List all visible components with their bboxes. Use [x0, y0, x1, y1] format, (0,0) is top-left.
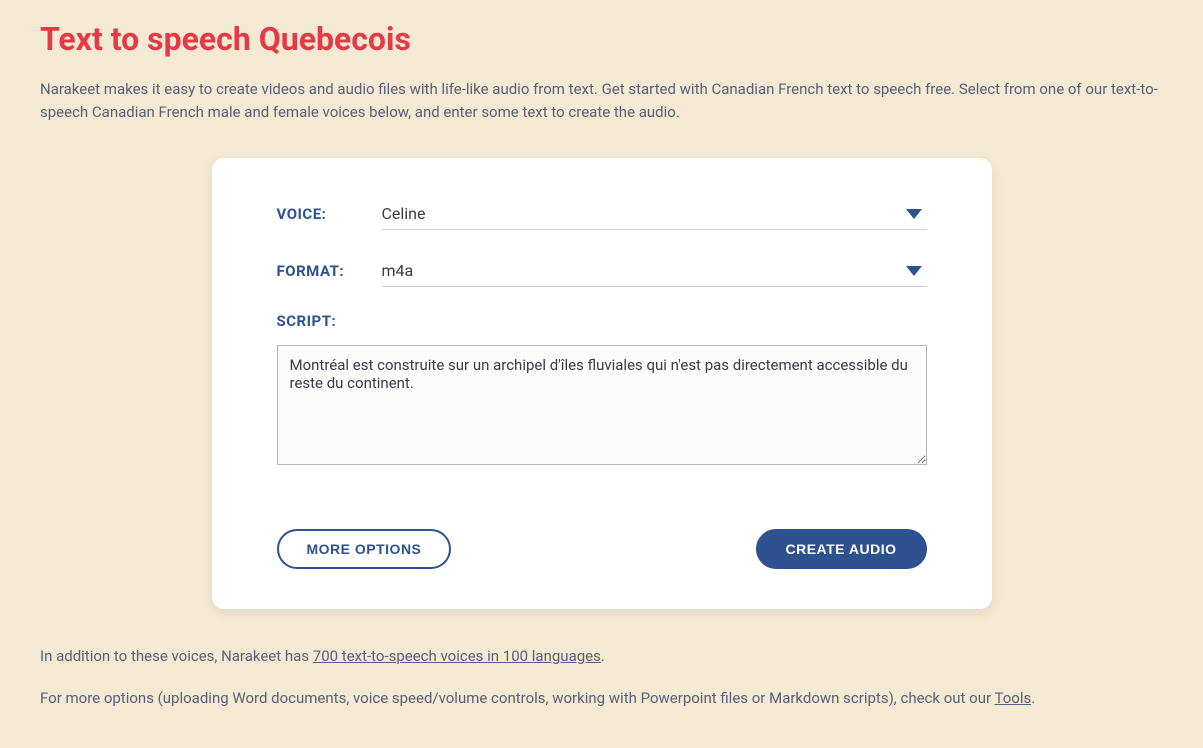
- voices-link[interactable]: 700 text-to-speech voices in 100 languag…: [313, 647, 601, 665]
- chevron-down-icon: [906, 209, 922, 219]
- script-textarea[interactable]: [277, 345, 927, 465]
- voice-label: VOICE:: [277, 205, 382, 223]
- chevron-down-icon: [906, 266, 922, 276]
- footer-text-pre: In addition to these voices, Narakeet ha…: [40, 647, 313, 665]
- script-label: SCRIPT:: [277, 312, 382, 330]
- footer-line-1: In addition to these voices, Narakeet ha…: [40, 644, 1163, 668]
- voice-select[interactable]: Celine: [382, 198, 927, 230]
- script-textarea-wrapper: [277, 345, 927, 469]
- footer-text-post-2: .: [1031, 689, 1035, 707]
- format-row: FORMAT: m4a: [277, 255, 927, 287]
- format-label: FORMAT:: [277, 262, 382, 280]
- format-value: m4a: [382, 261, 414, 280]
- format-select[interactable]: m4a: [382, 255, 927, 287]
- create-audio-button[interactable]: CREATE AUDIO: [756, 529, 927, 569]
- footer-text-pre-2: For more options (uploading Word documen…: [40, 689, 995, 707]
- tools-link[interactable]: Tools: [995, 689, 1032, 707]
- footer-line-2: For more options (uploading Word documen…: [40, 686, 1163, 710]
- footer-text-post: .: [601, 647, 605, 665]
- page-description: Narakeet makes it easy to create videos …: [40, 78, 1163, 123]
- script-label-row: SCRIPT:: [277, 312, 927, 330]
- button-row: MORE OPTIONS CREATE AUDIO: [277, 529, 927, 569]
- more-options-button[interactable]: MORE OPTIONS: [277, 529, 452, 569]
- page-title: Text to speech Quebecois: [40, 20, 1163, 58]
- voice-row: VOICE: Celine: [277, 198, 927, 230]
- tts-form-card: VOICE: Celine FORMAT: m4a SCRIPT: MORE O…: [212, 158, 992, 609]
- voice-value: Celine: [382, 204, 426, 223]
